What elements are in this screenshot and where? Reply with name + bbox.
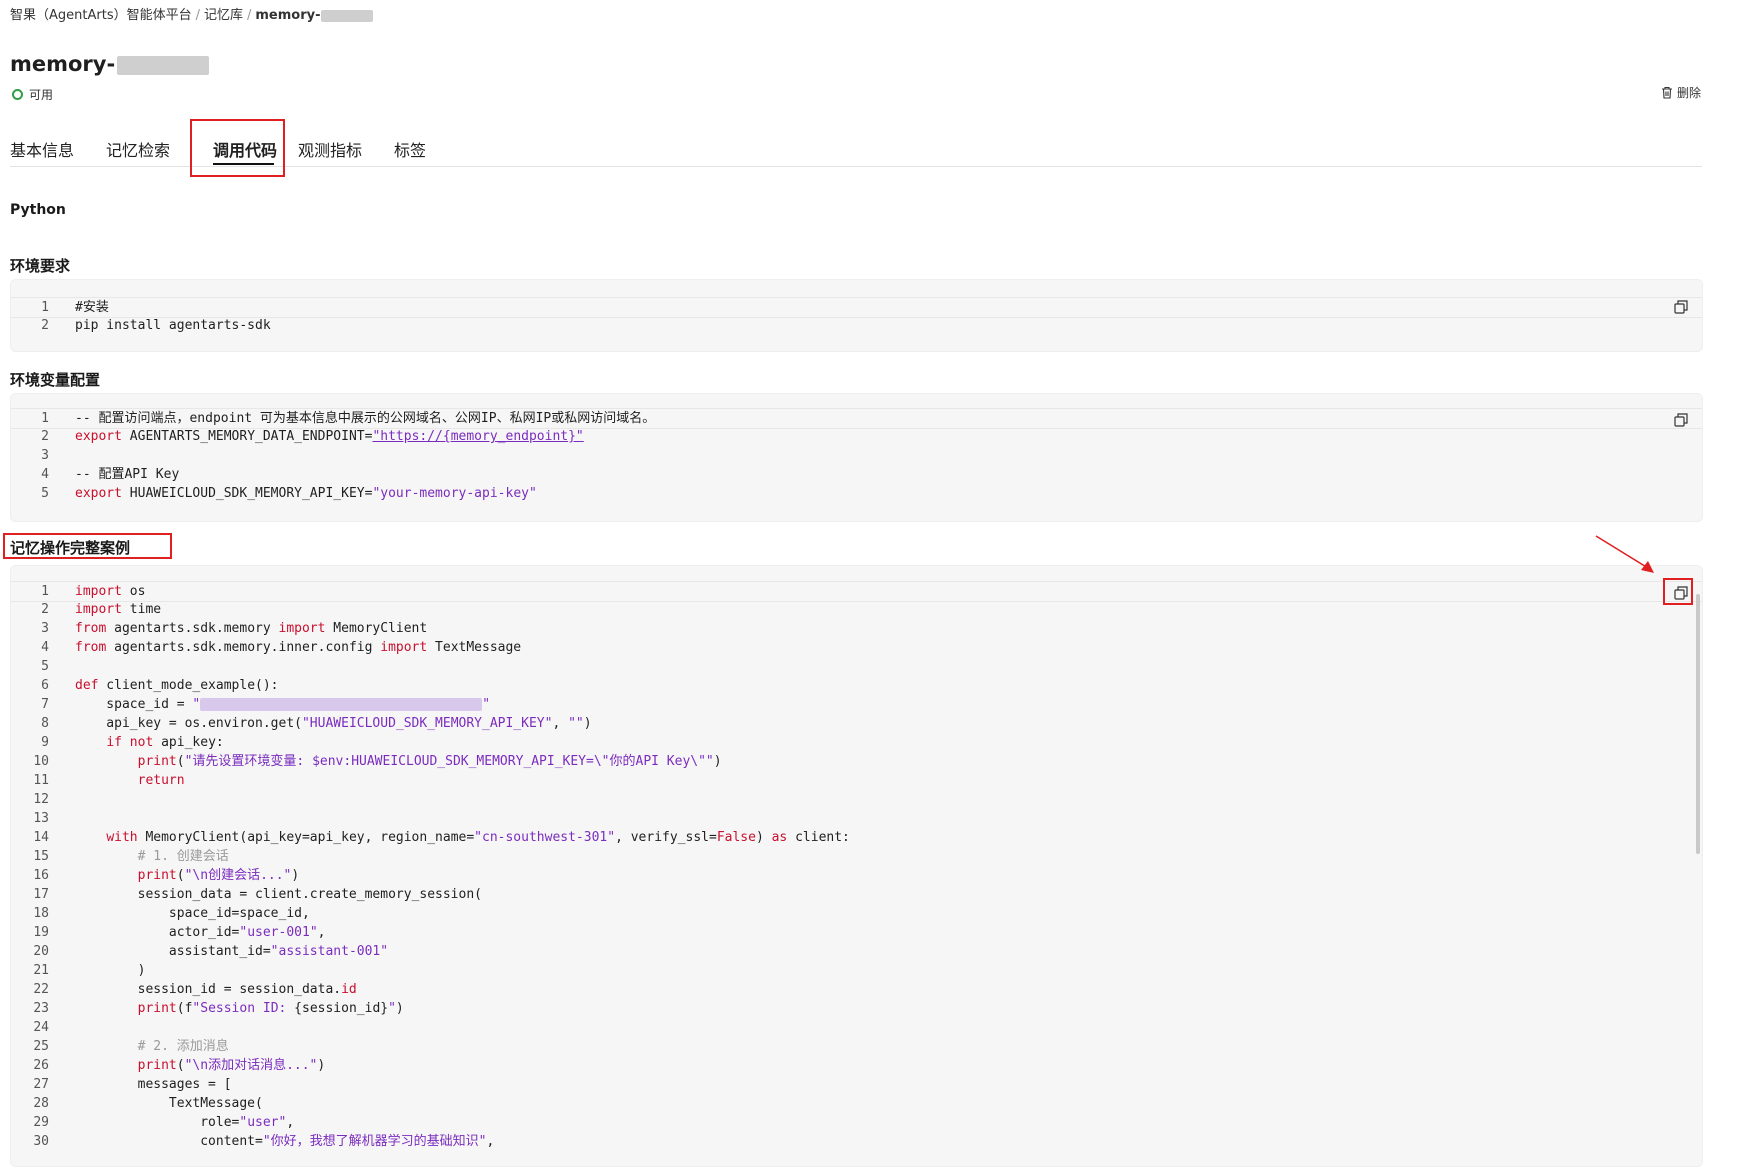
page-title-text: memory- — [10, 52, 116, 76]
breadcrumb: 智果（AgentArts）智能体平台 / 记忆库 / memory- — [10, 4, 373, 23]
language-label: Python — [10, 202, 66, 218]
code-line: 4 from agentarts.sdk.memory.inner.config … — [41, 640, 522, 655]
code-line: 18 space_id=space_id, — [33, 906, 310, 921]
code-line: 5 export HUAWEICLOUD_SDK_MEMORY_API_KEY="… — [41, 486, 537, 501]
code-line: 4 -- 配置API Key — [41, 467, 180, 482]
tab-basic-info[interactable]: 基本信息 — [10, 137, 74, 161]
code-scrollbar[interactable] — [1696, 594, 1700, 854]
redacted-mask — [117, 55, 210, 75]
code-line: 5 — [41, 659, 49, 674]
code-line: 27 messages = [ — [33, 1077, 232, 1092]
code-line: 24 — [33, 1020, 49, 1035]
code-line: 20 assistant_id="assistant-001" — [33, 944, 389, 959]
page-title: memory- — [10, 52, 210, 76]
tab-memory-search[interactable]: 记忆检索 — [106, 137, 170, 161]
code-line: 2 export AGENTARTS_MEMORY_DATA_ENDPOINT="… — [41, 429, 584, 444]
tab-metrics[interactable]: 观测指标 — [298, 137, 362, 161]
redacted-mask — [320, 9, 373, 22]
code-line: 15 # 1. 创建会话 — [33, 849, 229, 864]
code-line: 9 if not api_key: — [41, 735, 224, 750]
section-title-env-requirements: 环境要求 — [10, 257, 71, 275]
code-line: 1 import os — [11, 581, 1702, 602]
status-badge: 可用 — [12, 86, 53, 103]
code-line: 21 ) — [33, 963, 146, 978]
trash-icon — [1661, 86, 1672, 99]
delete-label: 删除 — [1676, 86, 1701, 100]
status-text: 可用 — [29, 88, 54, 102]
code-line: 16 print("\n创建会话...") — [33, 868, 300, 883]
copy-icon[interactable] — [1674, 413, 1688, 427]
copy-icon[interactable] — [1674, 300, 1688, 314]
tab-tags[interactable]: 标签 — [394, 137, 426, 161]
code-line: 11 return — [33, 773, 185, 788]
code-line: 6 def client_mode_example(): — [41, 678, 279, 693]
highlight-box-copy — [1663, 578, 1693, 605]
breadcrumb-separator: / — [247, 8, 252, 23]
breadcrumb-item-memory-library[interactable]: 记忆库 — [204, 8, 243, 23]
code-line: 3 from agentarts.sdk.memory import Memory… — [41, 621, 428, 636]
highlight-box-section — [3, 533, 172, 559]
arrow-annotation-icon — [1595, 535, 1654, 573]
code-line: 30 content="你好，我想了解机器学习的基础知识", — [33, 1134, 495, 1149]
code-line: 8 api_key = os.environ.get("HUAWEICLOUD_… — [41, 716, 592, 731]
code-line: 17 session_data = client.create_memory_s… — [33, 887, 482, 902]
code-line: 14 with MemoryClient(api_key=api_key, re… — [33, 830, 850, 845]
code-block-example: 1 import os 2 import time 3 from agentarts.… — [10, 565, 1703, 1167]
section-title-env-config: 环境变量配置 — [10, 371, 101, 389]
code-line: 25 # 2. 添加消息 — [33, 1039, 229, 1054]
code-line: 3 — [41, 448, 49, 463]
code-line: 19 actor_id="user-001", — [33, 925, 326, 940]
code-line: 2 pip install agentarts-sdk — [41, 318, 271, 333]
breadcrumb-current: memory- — [255, 8, 321, 23]
status-dot-icon — [12, 89, 23, 100]
code-line: 1 #安装 — [11, 297, 1702, 318]
breadcrumb-separator: / — [195, 8, 200, 23]
delete-button[interactable]: 删除 — [1661, 84, 1701, 101]
code-line: 7 space_id = " " — [41, 697, 491, 712]
code-line: 29 role="user", — [33, 1115, 295, 1130]
code-line: 13 — [33, 811, 49, 826]
code-line: 10 print("请先设置环境变量: $env:HUAWEICLOUD_SDK… — [33, 754, 722, 769]
code-line: 22 session_id = session_data.id — [33, 982, 357, 997]
code-block-env-config: 1 -- 配置访问端点，endpoint 可为基本信息中展示的公网域名、公网IP、… — [10, 393, 1703, 522]
code-line: 1 -- 配置访问端点，endpoint 可为基本信息中展示的公网域名、公网IP、… — [11, 408, 1702, 429]
code-block-install: 1 #安装 2 pip install agentarts-sdk — [10, 279, 1703, 352]
code-line: 2 import time — [41, 602, 162, 617]
code-line: 26 print("\n添加对话消息...") — [33, 1058, 326, 1073]
breadcrumb-item-platform[interactable]: 智果（AgentArts）智能体平台 — [10, 8, 192, 23]
code-line: 12 — [33, 792, 49, 807]
code-line: 23 print(f"Session ID: {session_id}") — [33, 1001, 404, 1016]
highlight-box-tab — [190, 119, 285, 177]
code-line: 28 TextMessage( — [33, 1096, 263, 1111]
